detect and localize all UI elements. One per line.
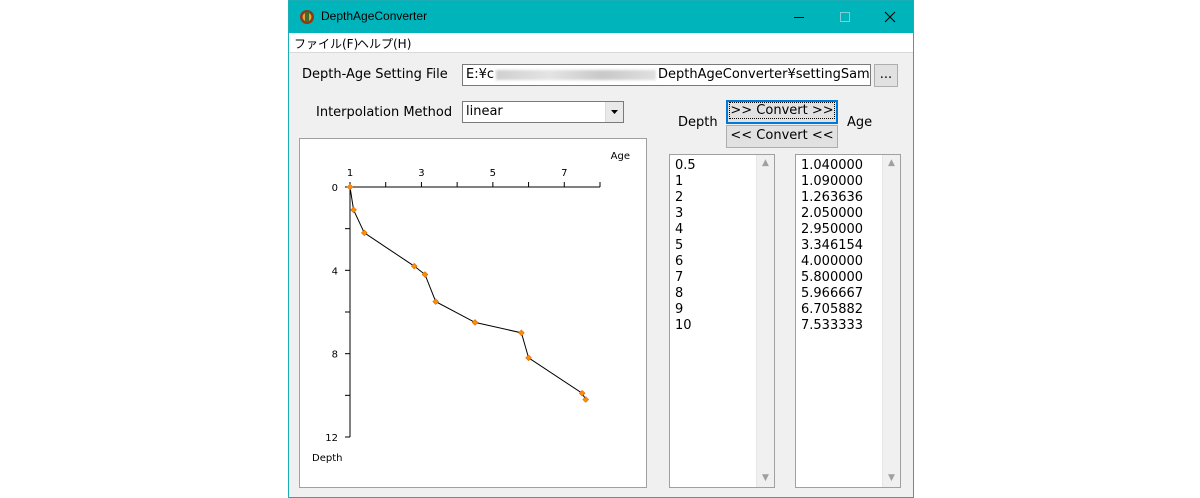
- setting-file-label: Depth-Age Setting File: [302, 67, 448, 82]
- convert-age-to-depth-button[interactable]: << Convert <<: [726, 125, 838, 148]
- data-point-marker: [346, 183, 354, 191]
- depth-list-item[interactable]: 8: [675, 286, 696, 302]
- age-list-item[interactable]: 5.800000: [801, 270, 863, 286]
- chevron-down-icon: [611, 110, 618, 114]
- interpolation-method-value: linear: [466, 104, 503, 119]
- scroll-up-icon[interactable]: ▲: [757, 155, 774, 172]
- y-tick-label: 12: [325, 433, 338, 444]
- depth-list-item[interactable]: 4: [675, 222, 696, 238]
- depth-list-item[interactable]: 2: [675, 190, 696, 206]
- menu-bar: ファイル(F) ヘルプ(H): [289, 33, 913, 53]
- age-list-item[interactable]: 4.000000: [801, 254, 863, 270]
- age-list-item[interactable]: 1.263636: [801, 190, 863, 206]
- maximize-icon: [840, 12, 850, 22]
- y-tick-label: 4: [332, 266, 338, 277]
- scroll-down-icon[interactable]: ▼: [757, 470, 774, 487]
- age-list-item[interactable]: 2.050000: [801, 206, 863, 222]
- depth-list-item[interactable]: 0.5: [675, 158, 696, 174]
- age-list: 1.040000 1.090000 1.263636 2.050000 2.950000…: [801, 158, 863, 334]
- minimize-icon: [794, 17, 804, 18]
- data-point-marker: [432, 298, 440, 305]
- data-point-marker: [518, 329, 525, 337]
- data-point-marker: [471, 319, 479, 326]
- convert-to-depth-label: << Convert <<: [730, 128, 834, 143]
- depth-list-item[interactable]: 1: [675, 174, 696, 190]
- dropdown-arrow-button[interactable]: [605, 102, 623, 122]
- age-list-item[interactable]: 1.090000: [801, 174, 863, 190]
- age-listbox[interactable]: 1.040000 1.090000 1.263636 2.050000 2.950000…: [795, 154, 901, 488]
- depth-listbox[interactable]: 0.5 1 2 3 4 5 6 7 8 9 10 ▲ ▼: [669, 154, 775, 488]
- file-path-prefix: E:¥c: [466, 67, 495, 82]
- menu-help[interactable]: ヘルプ(H): [357, 35, 411, 52]
- convert-depth-to-age-button[interactable]: >> Convert >>: [726, 100, 838, 124]
- depth-list-item[interactable]: 7: [675, 270, 696, 286]
- maximize-button[interactable]: [822, 1, 868, 33]
- age-list-item[interactable]: 3.346154: [801, 238, 863, 254]
- file-path-redacted: [496, 69, 657, 80]
- title-bar[interactable]: DepthAgeConverter: [289, 1, 913, 33]
- depth-list-item[interactable]: 5: [675, 238, 696, 254]
- data-point-marker: [582, 396, 590, 403]
- x-tick-label: 7: [561, 168, 567, 179]
- depth-age-chart: 1 3 5 7 0 4 8 12 Age Depth: [299, 138, 647, 488]
- age-scrollbar[interactable]: ▲ ▼: [882, 155, 900, 487]
- age-list-item[interactable]: 6.705882: [801, 302, 863, 318]
- browse-file-button[interactable]: ...: [874, 64, 898, 87]
- convert-to-age-label: >> Convert >>: [729, 102, 835, 119]
- depth-list-item[interactable]: 10: [675, 318, 696, 334]
- x-tick-label: 3: [418, 168, 424, 179]
- y-axis-label: Depth: [312, 453, 342, 464]
- scroll-down-icon[interactable]: ▼: [883, 470, 900, 487]
- depth-scrollbar[interactable]: ▲ ▼: [756, 155, 774, 487]
- depth-list-item[interactable]: 3: [675, 206, 696, 222]
- interpolation-method-select[interactable]: linear: [462, 101, 624, 123]
- age-column-label: Age: [847, 115, 873, 130]
- depth-column-label: Depth: [678, 115, 718, 130]
- depth-list: 0.5 1 2 3 4 5 6 7 8 9 10: [675, 158, 696, 334]
- x-axis-label: Age: [611, 151, 630, 162]
- file-path-suffix: DepthAgeConverter¥settingSamp: [658, 67, 871, 82]
- setting-file-path-field[interactable]: E:¥c DepthAgeConverter¥settingSamp: [462, 64, 871, 86]
- x-tick-label: 5: [490, 168, 496, 179]
- depth-list-item[interactable]: 6: [675, 254, 696, 270]
- interpolation-method-label: Interpolation Method: [316, 105, 453, 120]
- minimize-button[interactable]: [776, 1, 822, 33]
- browse-button-label: ...: [879, 67, 893, 82]
- menu-file[interactable]: ファイル(F): [294, 35, 358, 52]
- window-title: DepthAgeConverter: [321, 9, 428, 23]
- depth-list-item[interactable]: 9: [675, 302, 696, 318]
- age-list-item[interactable]: 5.966667: [801, 286, 863, 302]
- data-point-marker: [525, 354, 532, 362]
- age-list-item[interactable]: 7.533333: [801, 318, 863, 334]
- depth-age-line: [349, 186, 587, 400]
- data-point-marker: [350, 206, 357, 214]
- app-window: DepthAgeConverter ファイル(F) ヘルプ(H) Depth-A…: [288, 0, 914, 498]
- x-tick-label: 1: [347, 168, 353, 179]
- age-list-item[interactable]: 2.950000: [801, 222, 863, 238]
- data-point-marker: [578, 389, 586, 397]
- close-button[interactable]: [867, 1, 913, 33]
- app-icon: [300, 10, 314, 24]
- close-icon: [884, 11, 896, 23]
- y-tick-label: 8: [332, 350, 338, 361]
- scroll-up-icon[interactable]: ▲: [883, 155, 900, 172]
- y-tick-label: 0: [332, 183, 338, 194]
- age-list-item[interactable]: 1.040000: [801, 158, 863, 174]
- data-point-marker: [360, 229, 368, 237]
- chart-canvas: 1 3 5 7 0 4 8 12 Age Depth: [312, 151, 630, 464]
